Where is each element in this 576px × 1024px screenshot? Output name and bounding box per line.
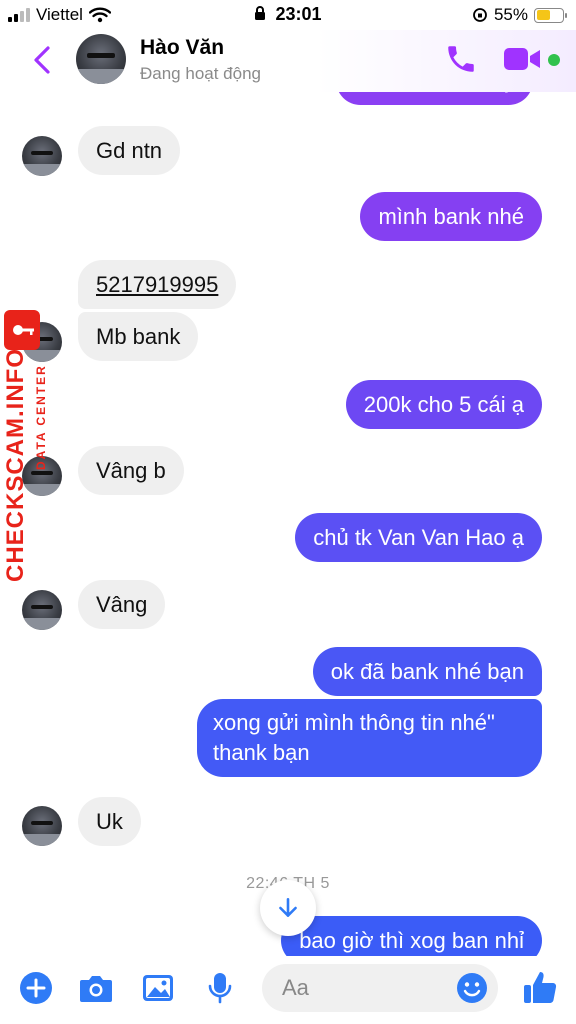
back-chevron-icon <box>34 46 50 74</box>
message-bubble-in[interactable]: Gd ntn <box>78 126 181 175</box>
scroll-to-bottom-button[interactable] <box>260 880 316 936</box>
camera-button[interactable] <box>78 970 114 1006</box>
camera-icon <box>80 976 112 1002</box>
status-bar: Viettel 23:01 55% <box>0 0 576 30</box>
contact-avatar[interactable] <box>76 34 126 84</box>
presence-status: Đang hoạt động <box>140 64 261 83</box>
message-bubble-out[interactable]: mình bank nhé <box>360 192 542 241</box>
message-bubble-in[interactable]: Vâng b <box>78 446 184 495</box>
conversation-header: Hào Văn Đang hoạt động <box>0 30 576 92</box>
contact-avatar-small <box>22 136 62 176</box>
send-like-button[interactable] <box>520 968 560 1008</box>
photo-icon <box>143 975 173 1001</box>
emoji-icon <box>457 973 487 1003</box>
message-bubble-out[interactable]: chủ tk Van Van Hao ạ <box>295 513 542 562</box>
message-bubble-in-account-number[interactable]: 5217919995 <box>78 260 237 309</box>
more-actions-button[interactable] <box>18 970 54 1006</box>
contact-avatar-small <box>22 806 62 846</box>
message-bubble-out-multiline[interactable]: xong gửi mình thông tin nhé" thank bạn <box>197 699 542 777</box>
emoji-button[interactable] <box>456 972 488 1004</box>
watermark-subtext: DATA CENTER <box>34 364 48 470</box>
contact-avatar-small <box>22 590 62 630</box>
message-bubble-in[interactable]: Uk <box>78 797 141 846</box>
message-line: thank bạn <box>213 740 310 765</box>
plus-icon <box>20 972 52 1004</box>
rotation-lock-icon <box>473 8 487 22</box>
composer-bar <box>0 956 576 1024</box>
message-line: xong gửi mình thông tin nhé" <box>213 710 495 735</box>
message-list[interactable]: ok 5 domain nay Gd ntn mình bank nhé 521… <box>0 0 576 965</box>
message-bubble-out[interactable]: ok đã bank nhé bạn <box>312 647 542 696</box>
voice-message-button[interactable] <box>202 970 238 1006</box>
microphone-icon <box>208 973 232 1004</box>
video-call-button[interactable] <box>502 44 542 74</box>
video-camera-icon <box>504 48 540 70</box>
battery-icon <box>534 7 567 23</box>
online-indicator <box>548 54 560 66</box>
message-bubble-out[interactable]: 200k cho 5 cái ạ <box>345 380 542 429</box>
contact-name[interactable]: Hào Văn <box>140 36 224 60</box>
gallery-button[interactable] <box>140 970 176 1006</box>
back-button[interactable] <box>28 40 58 80</box>
thumbs-up-icon <box>524 972 557 1003</box>
battery-percent: 55% <box>493 5 528 24</box>
watermark-text: CHECKSCAM.INFO <box>2 348 29 582</box>
message-bubble-in[interactable]: Vâng <box>78 580 166 629</box>
arrow-down-icon <box>279 898 297 917</box>
clock: 23:01 <box>275 4 322 24</box>
key-icon <box>13 325 34 335</box>
watermark-key-logo <box>4 310 40 350</box>
voice-call-button[interactable] <box>444 42 478 76</box>
phone-icon <box>448 46 474 72</box>
message-bubble-in[interactable]: Mb bank <box>78 312 199 361</box>
lock-icon <box>255 6 266 20</box>
